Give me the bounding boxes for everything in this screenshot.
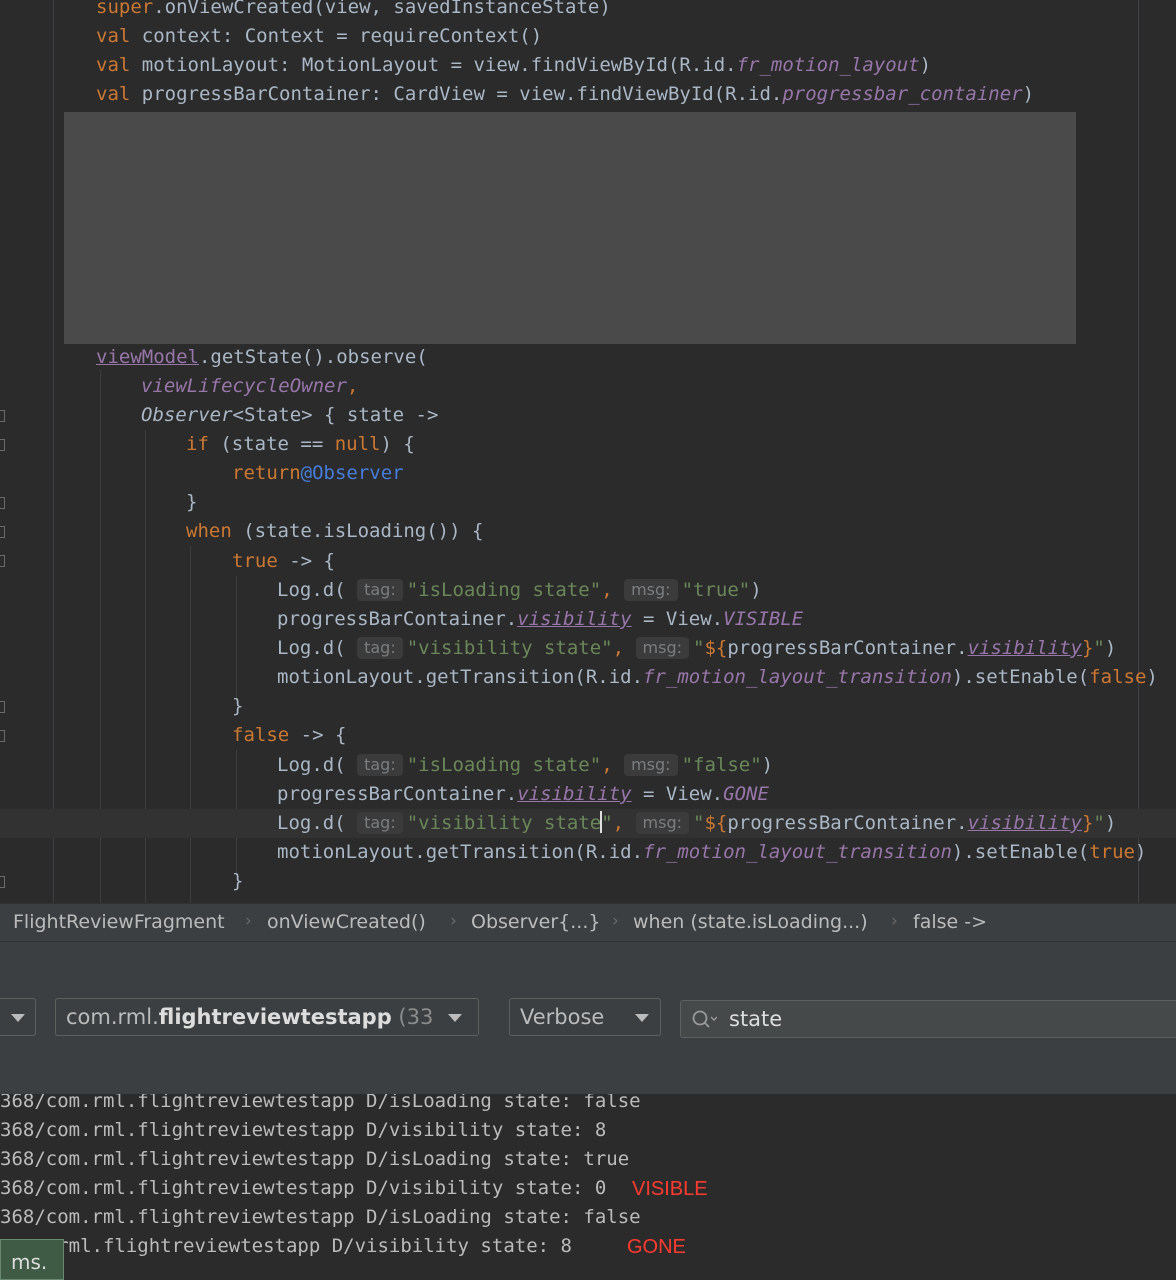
breadcrumb-item-observer[interactable]: Observer{...} xyxy=(471,911,600,933)
chevron-right-icon: › xyxy=(245,911,252,931)
redacted-code-block xyxy=(64,112,1076,344)
fold-marker-icon[interactable] xyxy=(0,497,5,509)
breadcrumb-item-class[interactable]: FlightReviewFragment xyxy=(13,911,225,933)
code-line: progressBarContainer.visibility = View.V… xyxy=(277,608,804,630)
chevron-right-icon: › xyxy=(450,911,457,931)
logcat-output[interactable]: 368/com.rml.flightreviewtestapp D/isLoad… xyxy=(0,1094,1176,1280)
search-icon xyxy=(692,1010,717,1028)
param-hint-tag: tag: xyxy=(357,812,403,834)
fold-marker-icon[interactable] xyxy=(0,701,5,713)
search-input[interactable]: state xyxy=(729,1007,782,1031)
param-hint-tag: tag: xyxy=(357,754,403,776)
annotation-gone: GONE xyxy=(627,1236,686,1258)
log-line: m.rml.flightreviewtestapp D/visibility s… xyxy=(0,1235,572,1257)
code-line: motionLayout.getTransition(R.id.fr_motio… xyxy=(277,841,1147,863)
code-line: val context: Context = requireContext() xyxy=(96,25,543,47)
breadcrumb: FlightReviewFragment › onViewCreated() ›… xyxy=(0,903,1176,941)
code-line: motionLayout.getTransition(R.id.fr_motio… xyxy=(277,666,1158,688)
chevron-down-icon xyxy=(635,1014,649,1022)
code-line: if (state == null) { xyxy=(186,433,415,455)
fold-marker-icon[interactable] xyxy=(0,876,5,888)
right-margin-guide xyxy=(1138,0,1139,903)
indent-guide xyxy=(190,546,191,903)
code-line: progressBarContainer.visibility = View.G… xyxy=(277,783,769,805)
log-line: 368/com.rml.flightreviewtestapp D/isLoad… xyxy=(0,1094,641,1112)
code-line: viewLifecycleOwner, xyxy=(141,375,359,397)
chevron-right-icon: › xyxy=(612,911,619,931)
dropdown-button xyxy=(432,999,478,1035)
toast-text: ms. xyxy=(11,1250,48,1274)
fold-marker-icon[interactable] xyxy=(0,730,5,742)
code-line: when (state.isLoading()) { xyxy=(186,520,484,542)
fold-marker-icon[interactable] xyxy=(0,439,5,451)
code-line: return@Observer xyxy=(232,462,404,484)
log-line: 368/com.rml.flightreviewtestapp D/isLoad… xyxy=(0,1206,641,1228)
fold-marker-icon[interactable] xyxy=(0,526,5,538)
param-hint-tag: tag: xyxy=(357,579,403,601)
chevron-down-icon xyxy=(11,1014,25,1022)
code-line: val motionLayout: MotionLayout = view.fi… xyxy=(96,54,932,76)
annotation-visible: VISIBLE xyxy=(632,1178,708,1200)
code-line: Log.d( tag: "isLoading state", msg: "true"… xyxy=(277,579,762,601)
code-line: viewModel.getState().observe( xyxy=(96,346,428,368)
status-toast: ms. xyxy=(0,1239,64,1280)
log-filter-search[interactable]: state xyxy=(680,1000,1176,1038)
breadcrumb-item-method[interactable]: onViewCreated() xyxy=(267,911,426,933)
code-line: } xyxy=(232,870,244,892)
param-hint-msg: msg: xyxy=(624,754,678,776)
gutter-divider xyxy=(53,0,54,903)
code-line: Log.d( tag: "visibility state", msg: "${pr… xyxy=(277,637,1117,659)
indent-guide xyxy=(236,576,237,701)
code-line: Log.d( tag: "visibility state", msg: "${pr… xyxy=(277,811,1117,834)
param-hint-msg: msg: xyxy=(624,579,678,601)
code-line: val progressBarContainer: CardView = vie… xyxy=(96,83,1035,105)
code-line: false -> { xyxy=(232,724,347,746)
param-hint-msg: msg: xyxy=(635,637,689,659)
log-level-label: Verbose xyxy=(520,1005,605,1029)
log-line: 368/com.rml.flightreviewtestapp D/visibi… xyxy=(0,1119,607,1141)
log-level-dropdown[interactable]: Verbose xyxy=(509,998,661,1036)
chevron-down-icon xyxy=(448,1014,462,1022)
code-line: } xyxy=(186,491,198,513)
param-hint-tag: tag: xyxy=(357,637,403,659)
fold-marker-icon[interactable] xyxy=(0,410,5,422)
breadcrumb-item-branch[interactable]: false -> xyxy=(913,911,987,933)
param-hint-msg: msg: xyxy=(635,812,690,834)
code-line: } xyxy=(232,695,244,717)
device-dropdown[interactable] xyxy=(0,998,36,1036)
log-line: 368/com.rml.flightreviewtestapp D/isLoad… xyxy=(0,1148,630,1170)
code-line: super.onViewCreated(view, savedInstanceS… xyxy=(96,0,611,18)
fold-marker-icon[interactable] xyxy=(0,555,5,567)
code-line: Observer<State> { state -> xyxy=(141,404,439,426)
process-dropdown[interactable]: com.rml.flightreviewtestapp (336 xyxy=(55,998,479,1036)
logcat-header xyxy=(0,941,1176,985)
log-line: 368/com.rml.flightreviewtestapp D/visibi… xyxy=(0,1177,607,1199)
code-editor[interactable]: super.onViewCreated(view, savedInstanceS… xyxy=(0,0,1176,903)
chevron-right-icon: › xyxy=(891,911,898,931)
code-line: Log.d( tag: "isLoading state", msg: "false… xyxy=(277,754,774,776)
code-line: true -> { xyxy=(232,550,335,572)
process-label: com.rml.flightreviewtestapp (336 xyxy=(66,1005,447,1029)
breadcrumb-item-when[interactable]: when (state.isLoading...) xyxy=(633,911,868,933)
